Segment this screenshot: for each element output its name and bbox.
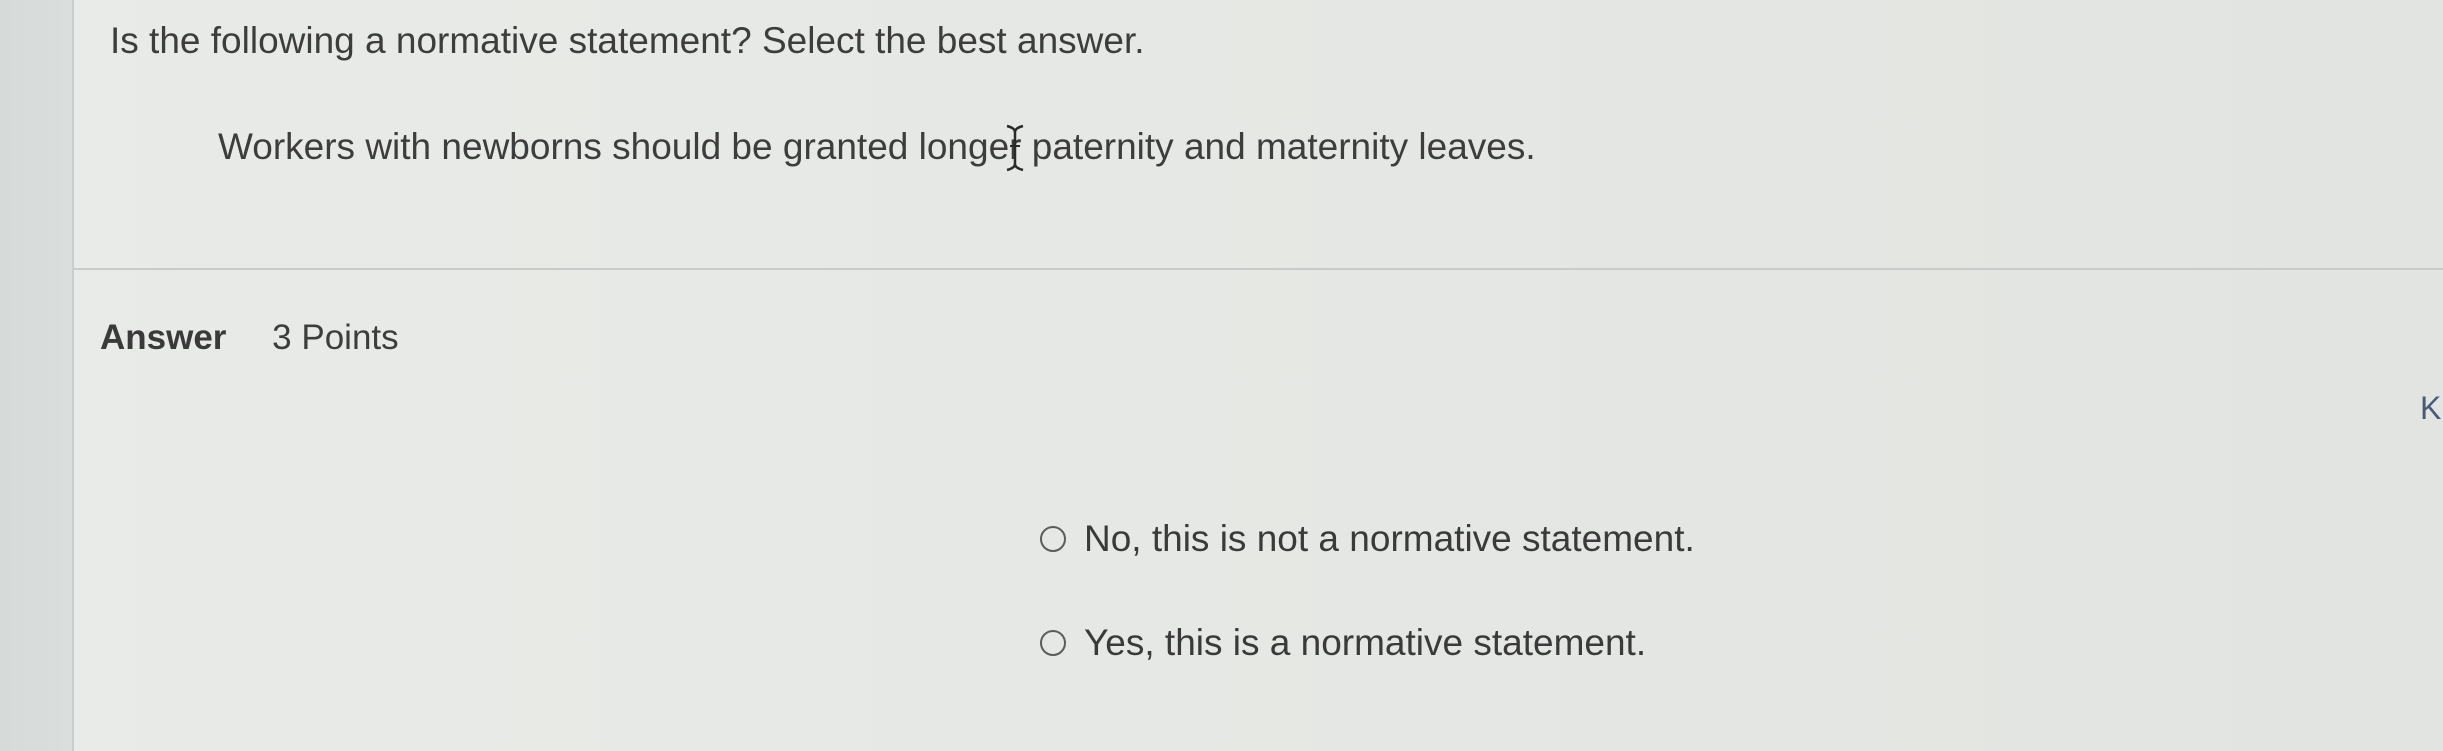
radio-button-no[interactable] — [1040, 526, 1066, 552]
radio-button-yes[interactable] — [1040, 630, 1066, 656]
question-statement: Workers with newborns should be granted … — [218, 126, 1536, 167]
edge-letter: K — [2420, 390, 2442, 426]
question-prompt: Is the following a normative statement? … — [110, 20, 1145, 61]
question-area: Is the following a normative statement? … — [74, 0, 2443, 268]
answer-label: Answer — [100, 318, 227, 357]
section-divider — [74, 268, 2443, 270]
answer-option-label: No, this is not a normative statement. — [1084, 518, 1695, 559]
text-cursor-icon — [1006, 124, 1024, 172]
answer-option-yes[interactable]: Yes, this is a normative statement. — [1040, 622, 1646, 664]
points-label: 3 Points — [272, 318, 399, 357]
answer-header: Answer 3 Points — [100, 318, 399, 358]
left-gutter — [0, 0, 74, 751]
answer-option-no[interactable]: No, this is not a normative statement. — [1040, 518, 1695, 560]
answer-option-label: Yes, this is a normative statement. — [1084, 622, 1647, 663]
